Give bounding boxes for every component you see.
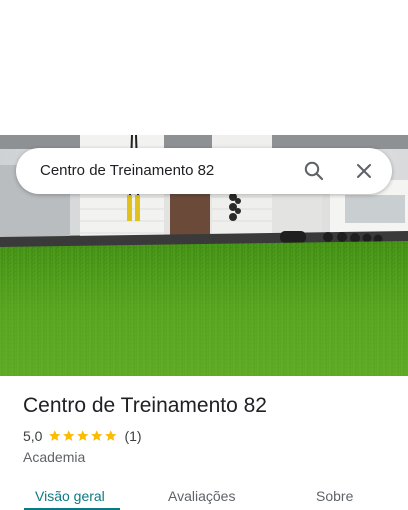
close-icon[interactable] bbox=[352, 159, 376, 183]
rating-value: 5,0 bbox=[23, 428, 43, 444]
search-input[interactable]: Centro de Treinamento 82 bbox=[40, 162, 214, 179]
star-icon bbox=[91, 430, 103, 442]
search-bar[interactable]: Centro de Treinamento 82 bbox=[16, 148, 392, 194]
review-count[interactable]: (1) bbox=[124, 428, 141, 444]
tab-overview[interactable]: Visão geral bbox=[35, 488, 105, 504]
star-icon bbox=[77, 430, 89, 442]
star-rating bbox=[48, 429, 118, 443]
star-icon bbox=[105, 430, 117, 442]
rating-row[interactable]: 5,0 (1) bbox=[23, 428, 142, 444]
place-category[interactable]: Academia bbox=[23, 449, 85, 465]
tab-about[interactable]: Sobre bbox=[316, 488, 353, 504]
search-icon[interactable] bbox=[302, 159, 326, 183]
star-icon bbox=[49, 430, 61, 442]
place-title: Centro de Treinamento 82 bbox=[23, 394, 267, 417]
star-icon bbox=[63, 430, 75, 442]
tab-reviews[interactable]: Avaliações bbox=[168, 488, 235, 504]
place-tabs: Visão geral Avaliações Sobre bbox=[0, 478, 408, 510]
